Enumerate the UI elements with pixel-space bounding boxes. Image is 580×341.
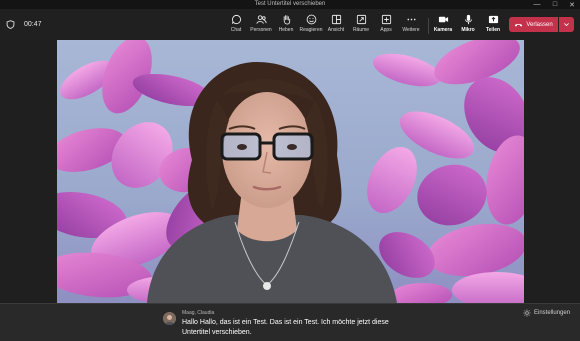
title-bar: Test Untertitel verschieben — □ ✕	[0, 0, 580, 9]
apps-button[interactable]: Apps	[374, 14, 398, 36]
caption-settings-button[interactable]: Einstellungen	[523, 309, 570, 317]
phone-hangup-icon	[515, 23, 523, 27]
raise-hand-label: Heben	[278, 27, 294, 33]
apps-plus-icon	[381, 14, 391, 25]
people-icon	[255, 15, 267, 24]
chevron-down-icon	[564, 23, 569, 27]
more-label: Weitere	[402, 27, 420, 33]
people-button[interactable]: Personen	[249, 14, 273, 36]
smiley-icon	[306, 14, 316, 25]
leave-options-button[interactable]	[559, 17, 574, 32]
view-button[interactable]: Ansicht	[324, 14, 348, 36]
shield-icon[interactable]	[6, 20, 15, 29]
share-label: Teilen	[485, 27, 501, 33]
camera-icon	[438, 16, 448, 23]
avatar	[163, 312, 176, 325]
participant-video[interactable]	[57, 40, 524, 303]
meeting-toolbar: 00:47 Chat Personen Heben Reagieren Ansi…	[0, 9, 580, 39]
speaker-avatar-image	[163, 312, 176, 325]
chat-button[interactable]: Chat	[224, 14, 248, 36]
gear-icon	[523, 309, 531, 317]
react-button[interactable]: Reagieren	[299, 14, 323, 36]
apps-label: Apps	[380, 27, 392, 33]
breakout-rooms-icon	[356, 14, 366, 25]
close-icon[interactable]: ✕	[563, 0, 580, 9]
toolbar-divider	[428, 18, 429, 34]
maximize-icon[interactable]: □	[546, 0, 564, 9]
live-caption-bar: Maag, Claudia Hallo Hallo, das ist ein T…	[0, 303, 580, 341]
ellipsis-icon	[406, 18, 416, 21]
caption-text: Hallo Hallo, das ist ein Test. Das ist e…	[182, 319, 389, 336]
more-button[interactable]: Weitere	[399, 14, 423, 36]
chat-label: Chat	[230, 27, 242, 33]
leave-button[interactable]: Verlassen	[509, 17, 558, 32]
mic-label: Mikro	[461, 27, 475, 33]
share-button[interactable]: Teilen	[481, 14, 505, 36]
chat-icon	[231, 14, 241, 25]
camera-button[interactable]: Kamera	[431, 14, 455, 36]
microphone-icon	[464, 14, 472, 25]
minimize-icon[interactable]: —	[528, 0, 546, 9]
layout-icon	[331, 14, 341, 25]
share-screen-icon	[488, 15, 498, 24]
window-title: Test Untertitel verschieben	[254, 1, 326, 7]
camera-label: Kamera	[433, 27, 453, 33]
rooms-label: Räume	[352, 27, 370, 33]
leave-label: Verlassen	[526, 21, 553, 28]
rooms-button[interactable]: Räume	[349, 14, 373, 36]
people-label: Personen	[250, 27, 272, 33]
caption-speaker-name: Maag, Claudia	[182, 310, 215, 316]
video-frame	[57, 40, 524, 303]
mic-button[interactable]: Mikro	[456, 14, 480, 36]
react-label: Reagieren	[299, 27, 323, 33]
hand-icon	[283, 15, 290, 25]
meeting-timer: 00:47	[24, 21, 42, 28]
raise-hand-button[interactable]: Heben	[274, 14, 298, 36]
view-label: Ansicht	[327, 27, 345, 33]
caption-settings-label: Einstellungen	[534, 310, 571, 316]
